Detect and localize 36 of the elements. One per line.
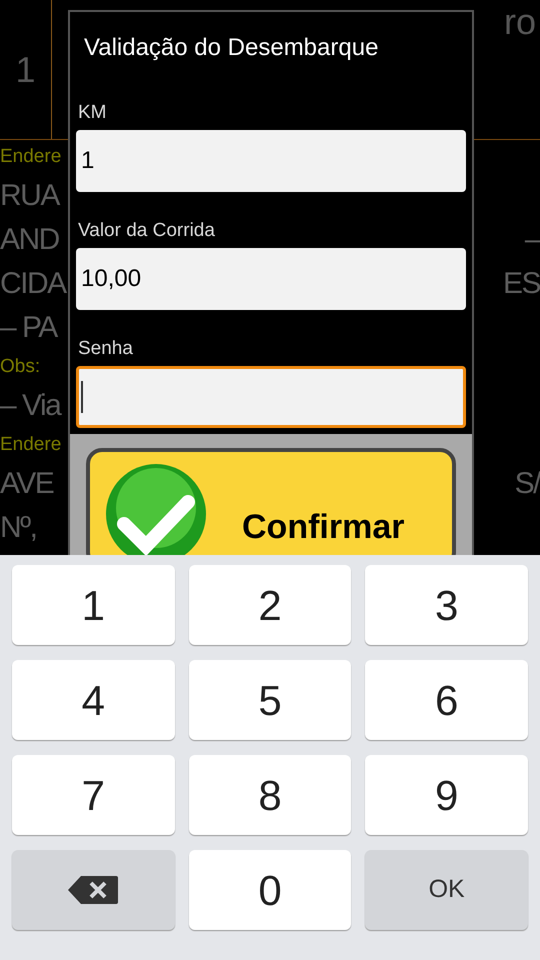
digit-key[interactable]: 3 xyxy=(365,565,528,645)
confirm-button[interactable]: Confirmar xyxy=(86,448,456,555)
backspace-icon xyxy=(67,875,120,905)
digit-key[interactable]: 0 xyxy=(188,850,352,930)
field-label: Endere xyxy=(0,433,62,457)
field-value: – Via xyxy=(0,388,60,424)
field-value: RUA xyxy=(0,178,59,214)
field-label: Valor da Corrida xyxy=(77,219,216,243)
input-field[interactable] xyxy=(76,366,466,428)
digit-key[interactable]: 2 xyxy=(188,565,352,645)
digit-key[interactable]: 4 xyxy=(12,660,175,740)
digit-key[interactable]: 5 xyxy=(188,660,352,740)
field-value: CIDA xyxy=(0,266,66,302)
input-field[interactable]: 1 xyxy=(76,130,466,192)
row-number: 1 xyxy=(15,48,36,92)
field-value: – xyxy=(524,222,540,258)
field-value: AVE xyxy=(0,466,54,502)
digit-key[interactable]: 9 xyxy=(365,755,528,835)
field-value: ES xyxy=(502,266,540,302)
field-value: AND xyxy=(0,222,59,258)
backspace-key[interactable] xyxy=(12,850,175,930)
field-value: – PA xyxy=(0,310,57,346)
ok-key[interactable]: OK xyxy=(365,850,528,930)
field-label: Obs: xyxy=(0,355,40,379)
digit-key[interactable]: 6 xyxy=(365,660,528,740)
digit-key[interactable]: 7 xyxy=(12,755,175,835)
field-label: Senha xyxy=(77,337,134,361)
digit-key[interactable]: 1 xyxy=(12,565,175,645)
input-field[interactable]: 10,00 xyxy=(76,248,466,310)
field-label: Endere xyxy=(0,145,62,169)
field-value: ro xyxy=(504,0,536,44)
dialog-title: Validação do Desembarque xyxy=(83,33,380,63)
field-value: S/ xyxy=(514,466,540,502)
field-value: Nº, xyxy=(0,510,36,546)
field-label: KM xyxy=(77,101,108,125)
digit-key[interactable]: 8 xyxy=(188,755,352,835)
